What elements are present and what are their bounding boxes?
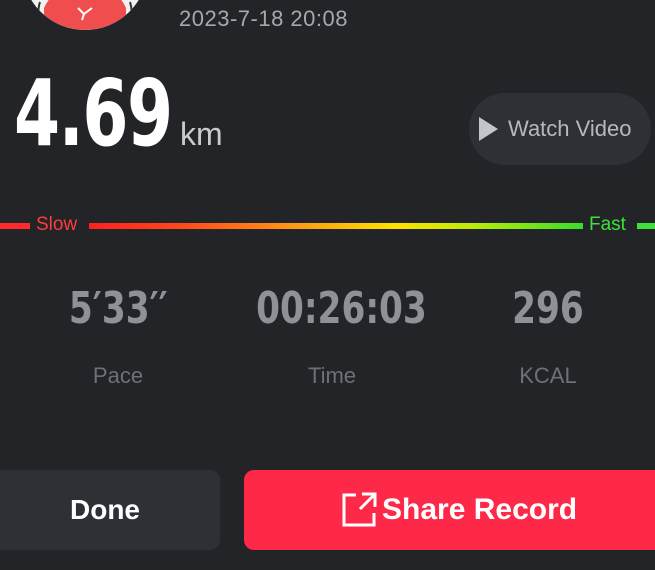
stat-pace-label: Pace	[92, 363, 144, 388]
distance-unit: km	[180, 116, 223, 152]
distance-display: 4.69 km	[14, 68, 223, 160]
pace-bar-fast-label: Fast	[589, 214, 626, 235]
play-icon	[474, 115, 502, 143]
avatar[interactable]	[22, 0, 148, 30]
stat-pace-value: 5′33′′	[68, 283, 168, 334]
stat-time-value: 00:26:03	[256, 283, 427, 334]
stat-time: 00:26:03 Time	[232, 287, 432, 389]
share-record-button[interactable]: Share Record	[244, 470, 655, 550]
stat-time-label: Time	[307, 363, 357, 388]
stat-kcal-label: KCAL	[519, 363, 577, 388]
share-record-label: Share Record	[382, 493, 578, 526]
stat-kcal-value: 296	[512, 283, 584, 334]
watch-video-label: Watch Video	[508, 116, 632, 141]
stat-pace: 5′33′′ Pace	[38, 287, 198, 389]
done-button[interactable]: Done	[0, 470, 220, 550]
runner-avatar-icon	[31, 0, 139, 30]
pace-bar-gradient	[89, 223, 583, 229]
record-datetime: 2023-7-18 20:08	[179, 6, 348, 31]
distance-value: 4.69	[14, 60, 173, 167]
watch-video-button[interactable]: Watch Video	[469, 93, 651, 165]
stat-kcal: 296 KCAL	[468, 287, 628, 389]
done-button-label: Done	[70, 494, 140, 525]
pace-bar-fast-cap	[637, 223, 655, 229]
share-export-icon	[340, 491, 378, 529]
pace-bar-slow-label: Slow	[36, 214, 78, 235]
pace-bar-slow-cap	[0, 223, 30, 229]
pace-gradient-bar: Slow Fast	[0, 214, 655, 238]
